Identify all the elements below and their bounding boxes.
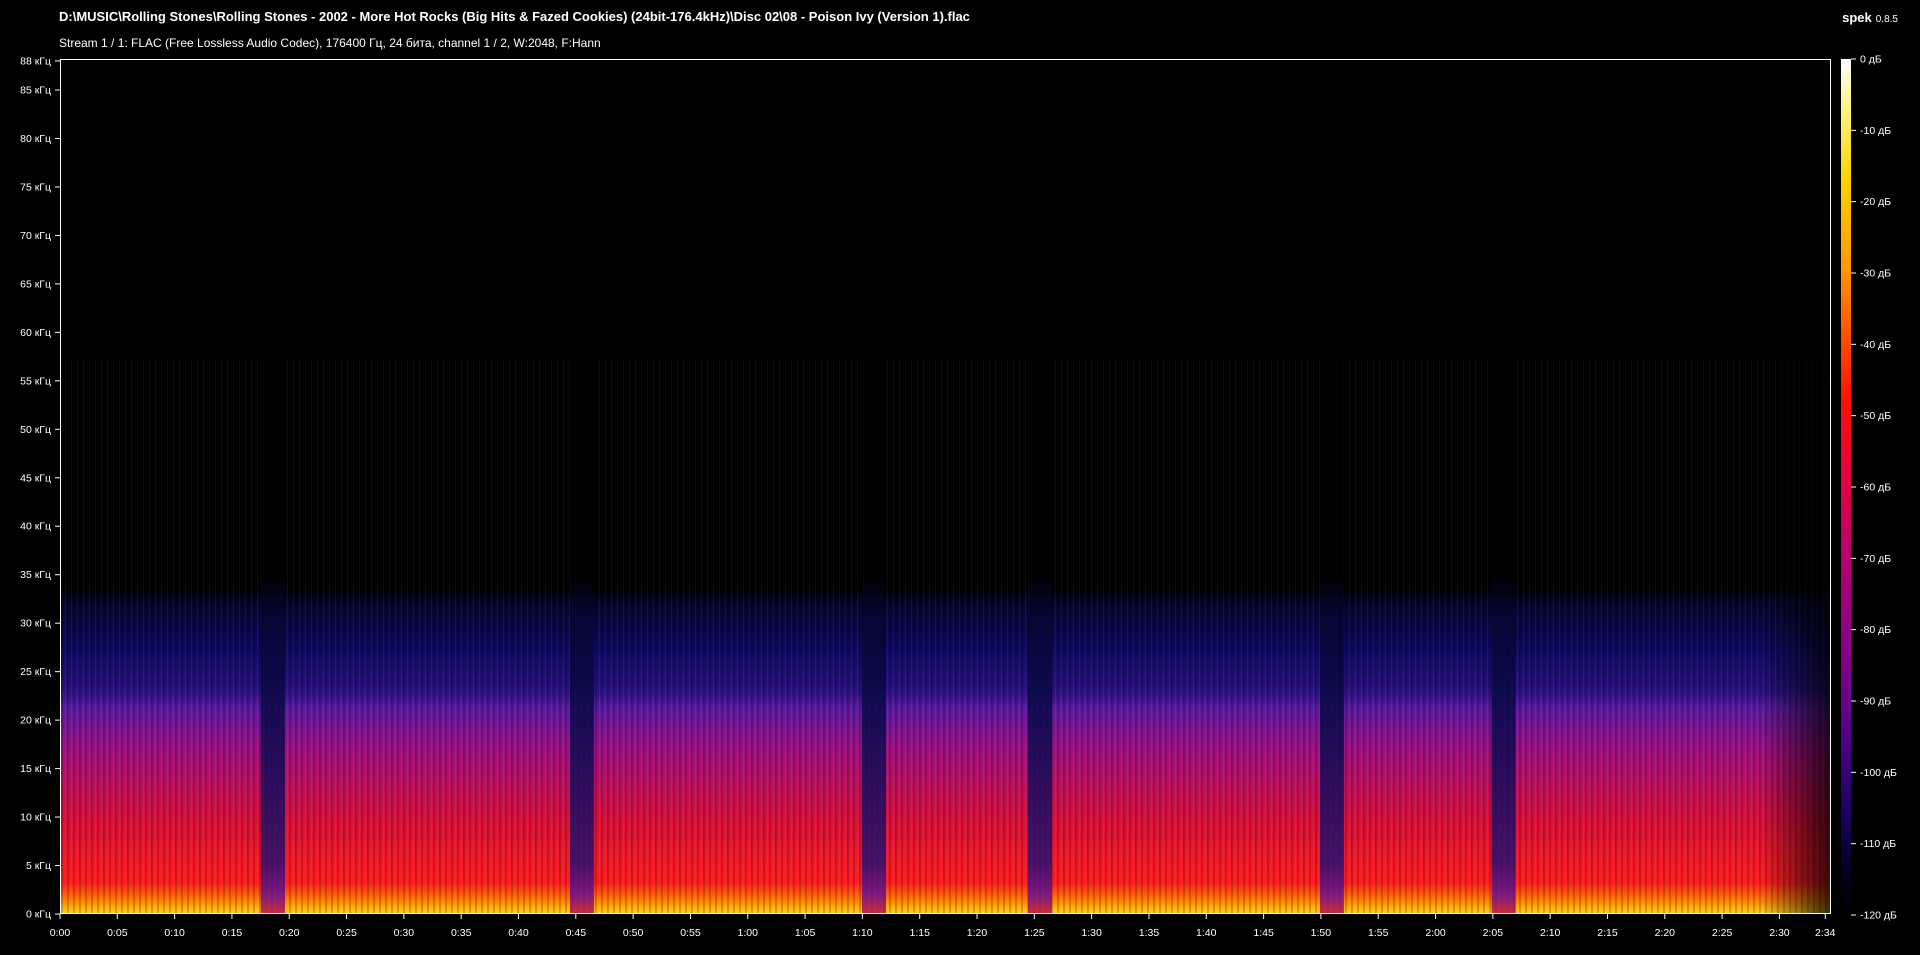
time-tick-label: 1:05 <box>795 927 816 939</box>
time-tick-label: 2:15 <box>1597 927 1618 939</box>
time-tick-label: 0:50 <box>623 927 644 939</box>
time-tick-label: 1:00 <box>738 927 759 939</box>
colorbar-tick-label: -90 дБ <box>1860 696 1891 708</box>
time-tick-label: 0:15 <box>222 927 243 939</box>
frequency-tick-label: 15 кГц <box>20 763 51 775</box>
frequency-tick-label: 55 кГц <box>20 375 51 387</box>
app-version: 0.8.5 <box>1875 14 1898 25</box>
colorbar-tick-label: -70 дБ <box>1860 553 1891 565</box>
time-tick-label: 0:35 <box>451 927 472 939</box>
frequency-tick-label: 45 кГц <box>20 472 51 484</box>
frequency-tick-label: 5 кГц <box>26 860 51 872</box>
colorbar-tick-label: 0 дБ <box>1860 54 1882 66</box>
time-tick-label: 0:25 <box>336 927 357 939</box>
time-tick-label: 0:00 <box>50 927 71 939</box>
time-tick-label: 1:30 <box>1081 927 1102 939</box>
time-tick-label: 1:20 <box>967 927 988 939</box>
quiet-gap <box>569 60 594 913</box>
quiet-gap <box>1491 60 1516 913</box>
colorbar-tick-label: -110 дБ <box>1860 838 1896 850</box>
colorbar-tick-label: -100 дБ <box>1860 767 1897 779</box>
colorbar-tick-label: -30 дБ <box>1860 268 1891 280</box>
spectrogram-texture <box>61 360 1830 913</box>
time-tick-label: 2:25 <box>1712 927 1733 939</box>
frequency-tick-label: 85 кГц <box>20 85 51 97</box>
time-tick-label: 2:10 <box>1540 927 1561 939</box>
colorbar <box>1841 59 1851 915</box>
time-tick-label: 0:55 <box>680 927 701 939</box>
time-tick-label: 0:45 <box>566 927 587 939</box>
colorbar-tick-label: -60 дБ <box>1860 482 1891 494</box>
time-tick-label: 2:20 <box>1655 927 1676 939</box>
time-tick-label: 1:10 <box>852 927 873 939</box>
frequency-tick-label: 75 кГц <box>20 181 51 193</box>
time-tick-label: 1:15 <box>909 927 930 939</box>
spectrogram-plot[interactable] <box>60 59 1831 914</box>
frequency-tick-label: 80 кГц <box>20 133 51 145</box>
time-tick-label: 1:35 <box>1139 927 1160 939</box>
frequency-tick-label: 35 кГц <box>20 569 51 581</box>
frequency-tick-label: 30 кГц <box>20 618 51 630</box>
time-tick-label: 0:40 <box>508 927 529 939</box>
colorbar-tick-label: -10 дБ <box>1860 125 1891 137</box>
quiet-gap <box>861 60 886 913</box>
time-tick-label: 1:45 <box>1253 927 1274 939</box>
time-tick-label: 0:30 <box>394 927 415 939</box>
frequency-tick-label: 10 кГц <box>20 812 51 824</box>
time-tick-label: 0:20 <box>279 927 300 939</box>
colorbar-tick-label: -120 дБ <box>1860 910 1897 922</box>
time-tick-label: 2:05 <box>1483 927 1504 939</box>
frequency-tick-label: 60 кГц <box>20 327 51 339</box>
frequency-tick-label: 70 кГц <box>20 230 51 242</box>
time-tick-label: 2:00 <box>1425 927 1446 939</box>
colorbar-tick-label: -80 дБ <box>1860 624 1891 636</box>
quiet-gap <box>1319 60 1344 913</box>
time-tick-label: 0:05 <box>107 927 128 939</box>
file-path-title: D:\MUSIC\Rolling Stones\Rolling Stones -… <box>59 9 970 24</box>
app-name: spek <box>1842 10 1872 25</box>
app-brand: spek 0.8.5 <box>1842 10 1898 25</box>
time-tick-label: 2:30 <box>1769 927 1790 939</box>
frequency-tick-label: 20 кГц <box>20 715 51 727</box>
frequency-tick-label: 50 кГц <box>20 424 51 436</box>
quiet-gap <box>1027 60 1052 913</box>
time-tick-label: 1:25 <box>1024 927 1045 939</box>
end-fade <box>1761 60 1830 913</box>
quiet-gap <box>260 60 285 913</box>
frequency-tick-label: 25 кГц <box>20 666 51 678</box>
frequency-tick-label: 40 кГц <box>20 521 51 533</box>
frequency-tick-label: 0 кГц <box>26 909 51 921</box>
spectrogram-canvas <box>61 60 1830 913</box>
stream-info: Stream 1 / 1: FLAC (Free Lossless Audio … <box>59 36 601 50</box>
frequency-tick-label: 88 кГц <box>20 55 51 67</box>
time-tick-label: 0:10 <box>164 927 185 939</box>
time-tick-label: 1:50 <box>1311 927 1332 939</box>
frequency-tick-label: 65 кГц <box>20 278 51 290</box>
time-tick-label: 1:40 <box>1196 927 1217 939</box>
colorbar-tick-label: -20 дБ <box>1860 196 1891 208</box>
time-tick-label: 1:55 <box>1368 927 1389 939</box>
colorbar-tick-label: -50 дБ <box>1860 410 1891 422</box>
colorbar-tick-label: -40 дБ <box>1860 339 1891 351</box>
time-tick-label: 2:34 <box>1815 927 1836 939</box>
